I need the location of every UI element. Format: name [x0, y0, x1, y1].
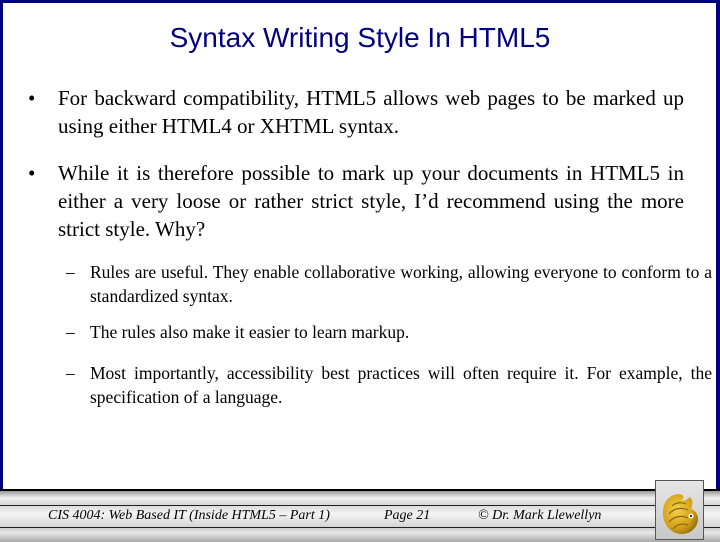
sub-bullet-marker: – — [66, 262, 75, 282]
bullet-text: While it is therefore possible to mark u… — [58, 161, 684, 241]
logo-box — [655, 480, 704, 540]
bullet-marker: • — [28, 86, 36, 110]
slide-frame — [0, 0, 720, 495]
slide-footer: CIS 4004: Web Based IT (Inside HTML5 – P… — [0, 489, 720, 542]
sub-bullet-marker: – — [66, 322, 75, 342]
sub-bullet-text: Rules are useful. They enable collaborat… — [90, 262, 712, 306]
footer-page-number: Page 21 — [384, 508, 431, 523]
sub-bullet-text: The rules also make it easier to learn m… — [90, 322, 410, 342]
pegasus-logo-icon — [662, 494, 698, 534]
footer-divider — [0, 527, 720, 528]
slide-title: Syntax Writing Style In HTML5 — [169, 22, 551, 53]
footer-divider — [0, 505, 720, 506]
footer-author: © Dr. Mark Llewellyn — [478, 508, 602, 523]
bullet-marker: • — [28, 161, 36, 185]
sub-bullet-text: Most importantly, accessibility best pra… — [90, 363, 712, 407]
bullet-text: For backward compatibility, HTML5 allows… — [58, 86, 684, 138]
sub-bullet-marker: – — [66, 363, 75, 383]
footer-course: CIS 4004: Web Based IT (Inside HTML5 – P… — [48, 508, 330, 523]
